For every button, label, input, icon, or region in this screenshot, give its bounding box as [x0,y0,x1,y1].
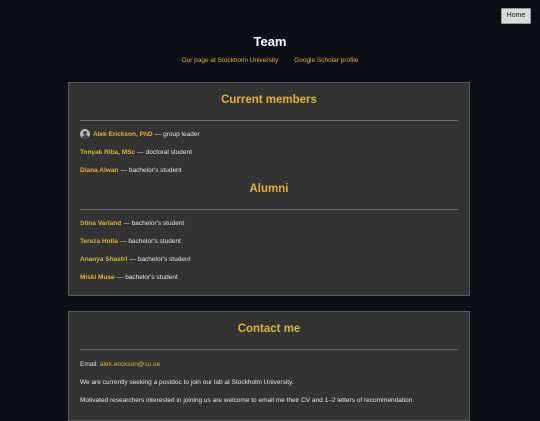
alumni-name[interactable]: Tereza Holla [80,238,118,245]
divider [80,349,458,350]
email-link[interactable]: alek.erickson@su.se [100,361,160,368]
separator: — [119,238,127,245]
email-label: Email: [80,361,99,368]
university-page-link[interactable]: Our page at Stockholm University [182,57,279,64]
google-scholar-link[interactable]: Google Scholar profile [294,57,358,64]
alumni-heading: Alumni [249,183,289,195]
home-button[interactable]: Home [501,8,531,24]
email-line: Email: alek.erickson@su.se [80,361,160,368]
member-name[interactable]: Tonyak Riba, MSc [80,149,135,156]
separator: — [120,167,127,174]
alumni-row: Ananya Shastri — bachelor's student [80,256,190,263]
divider [80,209,458,210]
member-name[interactable]: Diana Alwan [80,167,118,174]
alumni-role: bachelor's student [125,274,178,281]
alumni-name[interactable]: Stina Varland [80,220,121,227]
application-notice: Motivated researchers interested in join… [80,397,415,404]
separator: — [123,220,130,227]
alumni-name[interactable]: Miski Muse [80,274,115,281]
member-role: bachelor's student [128,167,182,174]
member-name[interactable]: Alek Erickson, PhD [93,131,153,138]
member-role: group leader [163,130,200,138]
divider [80,120,458,121]
header-links: Our page at Stockholm University Google … [0,57,540,64]
team-panel: Current members Alek Erickson, PhD — gro… [68,82,470,296]
alumni-name[interactable]: Ananya Shastri [80,256,127,263]
alumni-row: Tereza Holla — bachelor's student [80,238,181,245]
alumni-role: bachelor's student [131,220,185,227]
alumni-role: bachelor's student [128,238,181,245]
member-role: doctoral student [145,149,192,156]
member-row: Diana Alwan — bachelor's student [80,167,181,174]
separator: — [116,274,124,281]
separator: — [137,149,144,156]
alumni-role: bachelor's student [137,256,191,263]
member-row: Alek Erickson, PhD — group leader [80,129,200,139]
member-row: Tonyak Riba, MSc — doctoral student [80,149,192,156]
avatar [80,129,90,139]
alumni-row: Stina Varland — bachelor's student [80,220,184,227]
separator: — [129,256,136,263]
current-members-heading: Current members [221,94,317,106]
alumni-row: Miski Muse — bachelor's student [80,274,178,281]
postdoc-notice: We are currently seeking a postdoc to jo… [80,379,294,386]
separator: — [154,130,162,138]
page-title: Team [253,34,287,49]
contact-heading: Contact me [237,323,301,335]
